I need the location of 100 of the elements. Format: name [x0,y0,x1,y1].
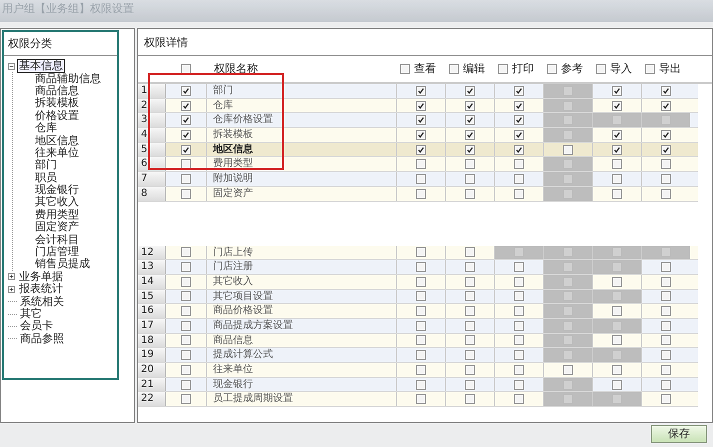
permission-checkbox[interactable] [416,100,426,111]
table-row[interactable]: 20 往来单位 [138,363,698,378]
permission-checkbox[interactable] [661,159,671,170]
column-checkbox[interactable] [596,64,606,74]
column-checkbox[interactable] [449,64,459,74]
permission-checkbox[interactable] [514,364,524,375]
permission-checkbox[interactable] [514,320,524,331]
permission-checkbox[interactable] [465,159,475,170]
permission-checkbox[interactable] [465,394,475,404]
permission-checkbox[interactable] [465,350,475,360]
table-row[interactable]: 21 现金银行 [138,378,698,392]
permission-checkbox[interactable] [612,306,622,316]
table-row[interactable]: 4 拆装模板 [138,128,698,143]
tree-item[interactable]: 其它收入 [35,196,79,208]
permission-checkbox[interactable] [661,320,671,331]
permission-checkbox[interactable] [416,130,426,140]
table-row[interactable]: 18 商品信息 [138,334,698,348]
tree-item[interactable]: 价格设置 [35,110,79,122]
column-checkbox[interactable] [400,64,410,74]
table-row[interactable]: 14 其它收入 [138,274,698,290]
permission-checkbox[interactable] [465,262,475,272]
permission-checkbox[interactable] [416,335,426,346]
tree-item[interactable]: 商品辅助信息 [35,72,101,85]
tree-item[interactable]: 职员 [35,172,57,184]
row-checkbox[interactable] [181,130,191,140]
permission-checkbox[interactable] [514,394,524,404]
permission-checkbox[interactable] [465,144,475,155]
save-button[interactable]: 保存 [651,425,707,443]
tree-item[interactable]: 仓库 [35,122,57,134]
permission-checkbox[interactable] [563,364,573,375]
table-row[interactable]: 17 商品提成方案设置 [138,318,698,334]
permission-checkbox[interactable] [612,159,622,170]
permission-checkbox[interactable] [514,174,524,184]
permission-checkbox[interactable] [416,174,426,184]
row-checkbox[interactable] [181,100,191,111]
permission-checkbox[interactable] [514,115,524,126]
permission-checkbox[interactable] [416,394,426,404]
tree-item[interactable]: 基本信息 [17,59,65,74]
permission-checkbox[interactable] [612,276,622,287]
permission-checkbox[interactable] [661,306,671,316]
row-checkbox[interactable] [181,262,191,272]
permission-checkbox[interactable] [661,144,671,155]
row-checkbox[interactable] [181,188,191,199]
permission-checkbox[interactable] [416,306,426,316]
tree-item[interactable]: 固定资产 [35,221,79,234]
permission-checkbox[interactable] [514,86,524,96]
table-row[interactable]: 7 附加说明 [138,172,698,187]
permission-checkbox[interactable] [465,320,475,331]
tree-item[interactable]: 门店管理 [35,246,79,258]
permission-checkbox[interactable] [661,86,671,96]
permission-checkbox[interactable] [514,262,524,272]
expand-icon[interactable] [8,273,15,280]
permission-checkbox[interactable] [514,276,524,287]
permission-checkbox[interactable] [612,130,622,140]
permission-checkbox[interactable] [612,188,622,199]
row-checkbox[interactable] [181,320,191,331]
tree-item[interactable]: 拆装模板 [35,97,79,110]
tree-item[interactable]: 现金银行 [35,184,79,196]
table-row[interactable]: 15 其它项目设置 [138,290,698,304]
permission-checkbox[interactable] [416,262,426,272]
tree-item[interactable]: 系统相关 [18,294,66,309]
collapse-icon[interactable] [8,62,15,70]
table-row[interactable]: 5 地区信息 [138,142,698,158]
permission-checkbox[interactable] [465,276,475,287]
row-checkbox[interactable] [181,380,191,390]
permission-checkbox[interactable] [465,380,475,390]
permission-checkbox[interactable] [465,364,475,375]
tree-item[interactable]: 业务单据 [17,270,65,284]
permission-checkbox[interactable] [661,174,671,184]
column-checkbox[interactable] [498,64,508,74]
row-checkbox[interactable] [181,174,191,184]
permission-checkbox[interactable] [514,100,524,111]
permission-checkbox[interactable] [612,335,622,346]
permission-checkbox[interactable] [612,380,622,390]
row-checkbox[interactable] [181,144,191,155]
permission-checkbox[interactable] [416,380,426,390]
tree-item[interactable]: 销售员提成 [35,258,90,270]
permission-checkbox[interactable] [514,130,524,140]
tree-item[interactable]: 商品信息 [35,84,79,97]
permission-checkbox[interactable] [514,380,524,390]
permission-checkbox[interactable] [612,364,622,375]
row-checkbox[interactable] [181,86,191,96]
tree-item[interactable]: 其它 [18,307,44,322]
permission-checkbox[interactable] [661,364,671,375]
permission-checkbox[interactable] [465,86,475,96]
permission-checkbox[interactable] [416,188,426,199]
permission-checkbox[interactable] [465,130,475,140]
permission-checkbox[interactable] [514,306,524,316]
tree-item[interactable]: 会员卡 [18,319,55,334]
permission-checkbox[interactable] [416,86,426,96]
table-row[interactable]: 6 费用类型 [138,157,698,172]
permission-checkbox[interactable] [514,159,524,170]
row-checkbox[interactable] [181,335,191,346]
permission-checkbox[interactable] [661,394,671,404]
row-checkbox[interactable] [181,159,191,170]
row-checkbox[interactable] [181,276,191,287]
select-all-checkbox[interactable] [181,64,191,74]
column-checkbox[interactable] [645,64,655,74]
permission-checkbox[interactable] [661,335,671,346]
permission-checkbox[interactable] [416,364,426,375]
